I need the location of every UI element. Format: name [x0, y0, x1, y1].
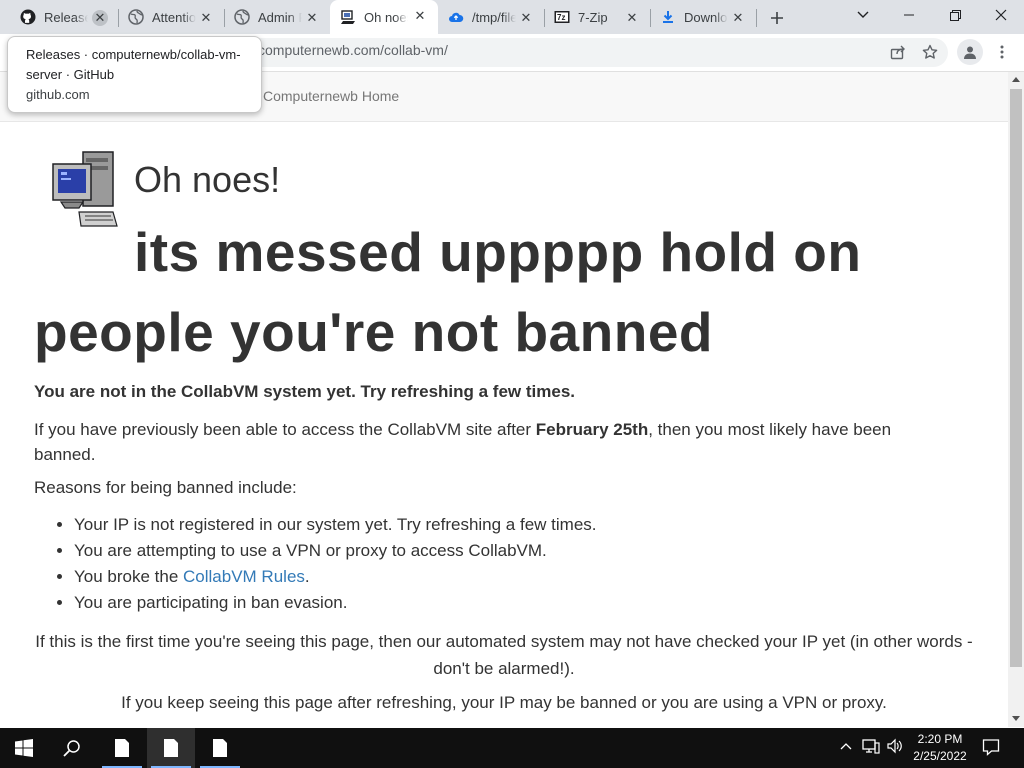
- restore-icon: [949, 9, 961, 21]
- list-item: You broke the CollabVM Rules.: [74, 564, 597, 590]
- text: If you have previously been able to acce…: [34, 420, 536, 439]
- bookmark-star-icon[interactable]: [918, 40, 942, 64]
- minimize-button[interactable]: [886, 0, 932, 30]
- clock-date: 2/25/2022: [913, 749, 967, 763]
- tab-label: /tmp/files: [472, 9, 516, 25]
- tab-hover-tooltip: Releases · computernewb/collab-vm-server…: [7, 36, 262, 113]
- search-button[interactable]: [48, 728, 96, 768]
- list-item: Your IP is not registered in our system …: [74, 512, 597, 538]
- ban-explanation: If you have previously been able to acce…: [34, 417, 954, 467]
- heading-small: Oh noes!: [134, 159, 281, 200]
- restore-button[interactable]: [932, 0, 978, 30]
- windows-logo-icon: [15, 739, 33, 757]
- taskbar-app-1[interactable]: [98, 728, 146, 768]
- globe-icon: [128, 9, 144, 25]
- page-scrollbar[interactable]: [1008, 72, 1024, 727]
- github-icon: [20, 9, 36, 25]
- reasons-intro: Reasons for being banned include:: [34, 478, 297, 497]
- tooltip-host: github.com: [26, 87, 90, 102]
- scrollbar-thumb[interactable]: [1010, 89, 1022, 667]
- tab-strip: Releases · computernewb/collab-vm-server…: [0, 0, 1024, 34]
- first-time-text: If this is the first time you're seeing …: [35, 632, 973, 678]
- document-icon: [164, 739, 178, 757]
- chevron-down-icon: [857, 11, 869, 18]
- heading-big-line-1: its messed uppppp hold on: [134, 221, 862, 283]
- reasons-list: Your IP is not registered in our system …: [34, 512, 597, 616]
- text: You broke the: [74, 567, 184, 586]
- tab-separator: [756, 9, 757, 27]
- profile-avatar-icon[interactable]: [957, 39, 983, 65]
- network-icon[interactable]: [862, 738, 880, 757]
- volume-icon[interactable]: [886, 738, 904, 757]
- address-url[interactable]: computernewb.com/collab-vm/: [258, 42, 448, 58]
- close-icon[interactable]: ✕: [730, 10, 746, 26]
- keep-seeing-text: If you keep seeing this page after refre…: [121, 693, 887, 712]
- tab-label: Oh noes!: [364, 9, 408, 25]
- new-tab-button[interactable]: [766, 7, 788, 29]
- list-item: You are participating in ban evasion.: [74, 590, 597, 616]
- notice-text: You are not in the CollabVM system yet. …: [34, 382, 575, 401]
- date-bold: February 25th: [535, 420, 649, 439]
- collabvm-rules-link[interactable]: CollabVM Rules: [183, 567, 305, 586]
- taskbar-app-3[interactable]: [196, 728, 244, 768]
- tab-7zip[interactable]: 7z 7-Zip ✕: [544, 2, 650, 32]
- 7zip-icon: 7z: [554, 9, 570, 25]
- scroll-up-arrow-icon[interactable]: [1012, 77, 1020, 82]
- computer-icon: [52, 151, 118, 227]
- tab-oh-noes[interactable]: Oh noes! ✕: [330, 0, 438, 34]
- tab-label: Releases · computernewb/collab-vm-server: [44, 9, 88, 25]
- start-button[interactable]: [0, 728, 48, 768]
- taskbar-clock[interactable]: 2:20 PM 2/25/2022: [908, 731, 972, 765]
- document-icon: [115, 739, 129, 757]
- download-icon: [660, 9, 676, 25]
- close-icon[interactable]: ✕: [624, 10, 640, 26]
- globe-icon: [234, 9, 250, 25]
- close-icon[interactable]: ✕: [92, 10, 108, 26]
- tab-admin[interactable]: Admin Panel ✕: [224, 2, 330, 32]
- plus-icon: [771, 12, 783, 24]
- close-icon[interactable]: ✕: [518, 10, 534, 26]
- notification-icon[interactable]: [982, 738, 1000, 759]
- tab-label: 7-Zip: [578, 9, 608, 25]
- close-window-button[interactable]: [978, 0, 1024, 30]
- search-icon: [63, 740, 80, 757]
- svg-text:7z: 7z: [557, 13, 565, 22]
- text: .: [304, 567, 310, 586]
- tab-releases[interactable]: Releases · computernewb/collab-vm-server…: [10, 2, 118, 32]
- share-icon[interactable]: [886, 40, 910, 64]
- list-item: You are attempting to use a VPN or proxy…: [74, 538, 597, 564]
- tab-downloads[interactable]: Downloads ✕: [650, 2, 756, 32]
- clock-time: 2:20 PM: [917, 732, 963, 746]
- close-icon[interactable]: ✕: [412, 8, 428, 24]
- tab-tmp-files[interactable]: /tmp/files ✕: [438, 2, 544, 32]
- tab-label: Admin Panel: [258, 9, 302, 25]
- close-icon[interactable]: ✕: [198, 10, 214, 26]
- windows-taskbar: 2:20 PM 2/25/2022: [0, 728, 1024, 768]
- collabvm-icon: [340, 9, 356, 25]
- taskbar-app-2[interactable]: [147, 728, 195, 768]
- tab-label: Attention: [152, 9, 196, 25]
- close-icon[interactable]: ✕: [304, 10, 320, 26]
- more-menu-icon[interactable]: [990, 40, 1014, 64]
- scroll-down-arrow-icon[interactable]: [1012, 716, 1020, 721]
- page-viewport: Computernewb Home Oh noes! its messed up…: [0, 72, 1008, 727]
- tooltip-title: Releases · computernewb/collab-vm-server…: [26, 47, 241, 82]
- document-icon: [213, 739, 227, 757]
- cloud-icon: [448, 9, 464, 25]
- minimize-icon: [904, 14, 914, 16]
- close-icon: [995, 9, 1007, 21]
- navbar-brand-link[interactable]: Computernewb Home: [263, 88, 399, 104]
- tab-label: Downloads: [684, 9, 728, 25]
- tray-chevron-up-icon[interactable]: [840, 738, 852, 753]
- heading-big-line-2: people you're not banned: [34, 301, 714, 363]
- tab-search-button[interactable]: [840, 0, 886, 30]
- tab-attention[interactable]: Attention ✕: [118, 2, 224, 32]
